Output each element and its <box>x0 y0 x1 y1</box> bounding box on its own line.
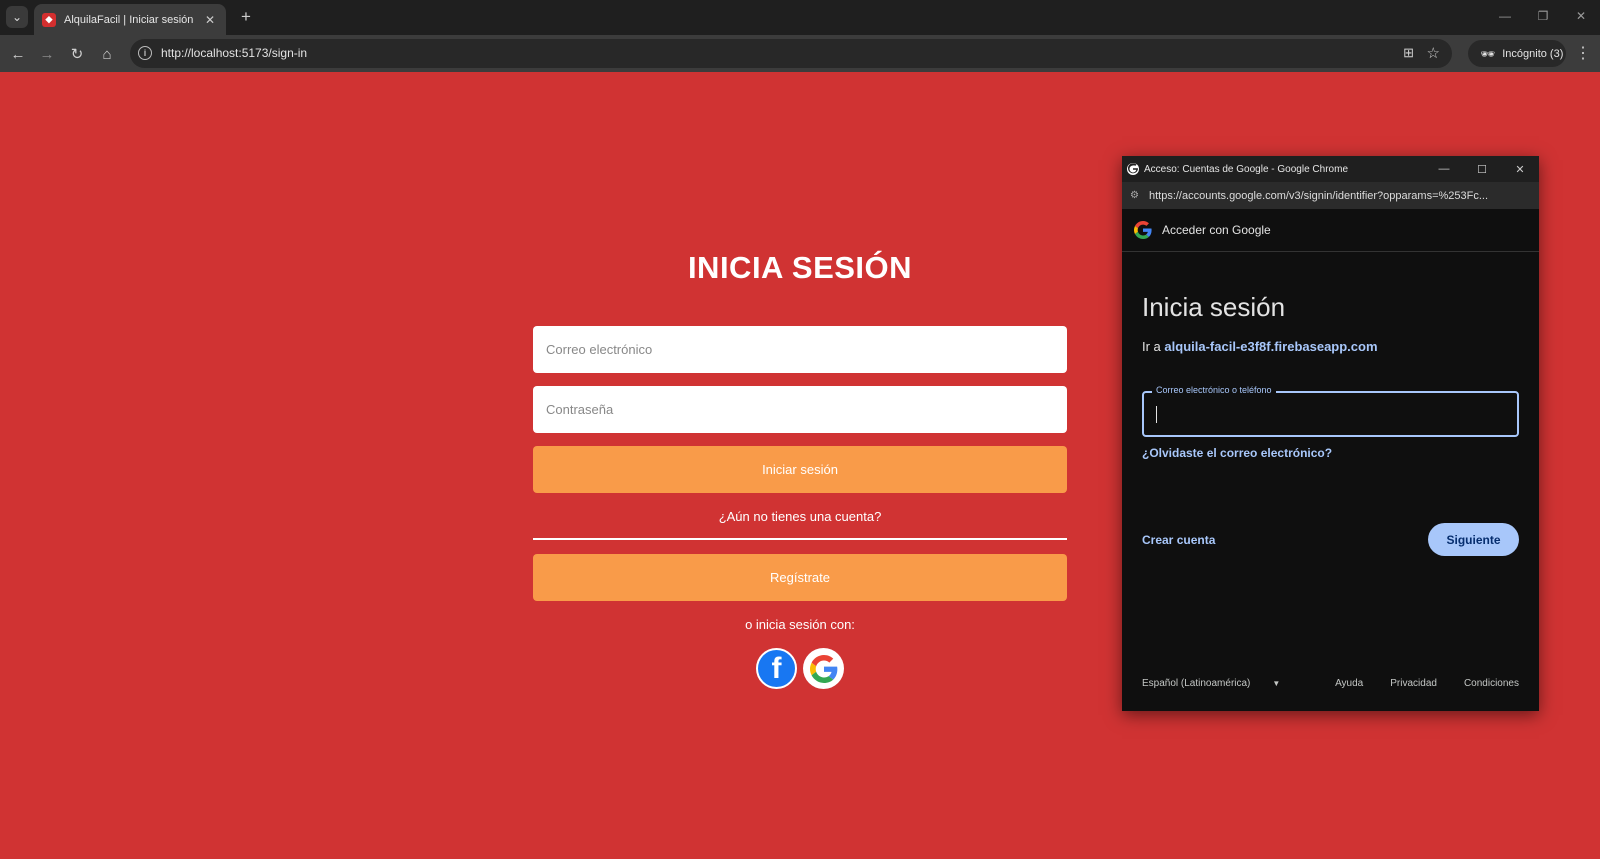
google-favicon-icon <box>1127 163 1139 175</box>
goto-domain-link[interactable]: alquila-facil-e3f8f.firebaseapp.com <box>1164 339 1377 354</box>
facebook-icon[interactable]: f <box>756 648 797 689</box>
popup-window-title: Acceso: Cuentas de Google - Google Chrom… <box>1144 163 1348 175</box>
bookmark-star-icon[interactable]: ☆ <box>1427 44 1440 62</box>
forward-arrow-icon[interactable]: → <box>36 43 58 65</box>
tab-strip: ⌄ ◆ AlquilaFacil | Iniciar sesión ✕ + — … <box>0 0 1600 35</box>
back-arrow-icon[interactable]: ← <box>7 43 29 65</box>
goto-prefix: Ir a <box>1142 339 1165 354</box>
text-caret <box>1156 406 1157 423</box>
popup-maximize-button[interactable]: ☐ <box>1463 163 1501 176</box>
tab-search-icon[interactable]: ⌄ <box>6 6 28 28</box>
no-account-link[interactable]: ¿Aún no tienes una cuenta? <box>533 509 1067 524</box>
login-button[interactable]: Iniciar sesión <box>533 446 1067 493</box>
google-signin-popup: Acceso: Cuentas de Google - Google Chrom… <box>1122 156 1539 711</box>
popup-heading: Inicia sesión <box>1142 292 1286 322</box>
new-tab-button[interactable]: + <box>236 7 256 27</box>
address-bar[interactable]: i http://localhost:5173/sign-in ⊞ ☆ <box>130 39 1452 68</box>
language-label: Español (Latinoamérica) <box>1142 678 1251 689</box>
email-input[interactable] <box>533 326 1067 373</box>
site-favicon-icon: ◆ <box>42 12 56 27</box>
popup-minimize-button[interactable]: — <box>1425 163 1463 175</box>
google-logo-icon <box>1134 221 1152 239</box>
menu-dots-icon[interactable]: ⋮ <box>1575 43 1591 63</box>
terms-link[interactable]: Condiciones <box>1464 678 1519 689</box>
forgot-email-link[interactable]: ¿Olvidaste el correo electrónico? <box>1142 446 1332 460</box>
popup-email-input[interactable]: Correo electrónico o teléfono <box>1142 385 1519 437</box>
reload-icon[interactable]: ↻ <box>66 43 88 65</box>
incognito-label: Incógnito (3) <box>1502 47 1564 60</box>
translate-icon[interactable]: ⊞ <box>1403 45 1414 61</box>
next-button[interactable]: Siguiente <box>1428 523 1519 556</box>
page-title: INICIA SESIÓN <box>687 250 913 285</box>
popup-url: https://accounts.google.com/v3/signin/id… <box>1148 189 1489 202</box>
minimize-button[interactable]: — <box>1486 0 1524 32</box>
popup-titlebar: Acceso: Cuentas de Google - Google Chrom… <box>1122 156 1539 182</box>
create-account-link[interactable]: Crear cuenta <box>1142 533 1215 547</box>
caret-down-icon: ▼ <box>1272 679 1281 688</box>
popup-header-label: Acceder con Google <box>1162 223 1271 237</box>
site-info-icon[interactable]: i <box>138 46 152 60</box>
site-settings-icon[interactable]: ⚙ <box>1130 190 1139 201</box>
tab-title: AlquilaFacil | Iniciar sesión <box>64 13 194 26</box>
incognito-button[interactable]: 🕶 Incógnito (3) <box>1468 40 1566 67</box>
popup-input-label: Correo electrónico o teléfono <box>1152 385 1276 395</box>
language-select[interactable]: Español (Latinoamérica) ▼ <box>1142 678 1308 689</box>
popup-footer: Español (Latinoamérica) ▼ Ayuda Privacida… <box>1142 678 1519 689</box>
divider <box>533 538 1067 540</box>
restore-button[interactable]: ❐ <box>1524 0 1562 32</box>
tab-alquilafacil[interactable]: ◆ AlquilaFacil | Iniciar sesión ✕ <box>34 4 226 35</box>
popup-header: Acceder con Google <box>1122 209 1539 252</box>
window-controls: — ❐ ✕ <box>1486 0 1600 32</box>
google-icon[interactable] <box>803 648 844 689</box>
popup-goto-text: Ir a alquila-facil-e3f8f.firebaseapp.com <box>1142 339 1378 354</box>
popup-url-bar[interactable]: ⚙ https://accounts.google.com/v3/signin/… <box>1122 182 1539 209</box>
help-link[interactable]: Ayuda <box>1335 678 1363 689</box>
browser-toolbar: ← → ↻ ⌂ i http://localhost:5173/sign-in … <box>0 35 1600 72</box>
privacy-link[interactable]: Privacidad <box>1390 678 1437 689</box>
address-url[interactable]: http://localhost:5173/sign-in <box>161 46 307 60</box>
popup-close-button[interactable]: ✕ <box>1501 163 1539 176</box>
close-window-button[interactable]: ✕ <box>1562 0 1600 32</box>
incognito-icon: 🕶 <box>1480 46 1496 61</box>
social-login-text: o inicia sesión con: <box>745 617 855 632</box>
tab-close-icon[interactable]: ✕ <box>202 13 218 27</box>
home-icon[interactable]: ⌂ <box>96 43 118 65</box>
password-input[interactable] <box>533 386 1067 433</box>
register-button[interactable]: Regístrate <box>533 554 1067 601</box>
